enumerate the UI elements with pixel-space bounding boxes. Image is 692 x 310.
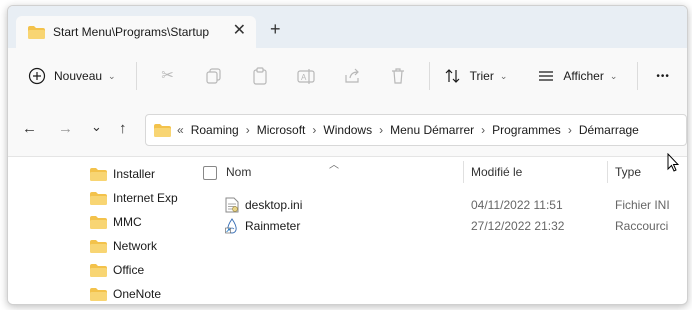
command-bar: Nouveau ⌄ ✂ A Trier ⌄ Afficher ⌄ ••• [8,48,687,104]
sidebar-item-label: OneNote [113,287,162,301]
mouse-pointer-icon [667,153,679,172]
folder-icon [90,239,107,253]
rename-icon: A [296,69,315,84]
chevron-right-icon[interactable]: › [246,123,250,137]
clipboard-icon [252,67,267,85]
sort-ascending-icon: ︿ [329,160,339,171]
sidebar-item-label: MMC [113,215,142,229]
overflow-chevron-icon[interactable]: « [177,123,184,137]
sidebar-item-label: Installer [113,167,156,181]
chevron-right-icon[interactable]: › [481,123,485,137]
breadcrumb-programmes[interactable]: Programmes [492,123,561,137]
toolbar-separator [135,62,137,90]
sidebar-item-network[interactable]: Network [90,239,157,253]
sidebar-item-label: Internet Exp [113,191,178,205]
sidebar-item-installer[interactable]: Installer [90,167,155,181]
sidebar-item-label: Office [113,263,145,277]
chevron-down-icon: ⌄ [609,70,618,81]
chevron-right-icon[interactable]: › [379,123,383,137]
folder-icon [90,191,107,205]
file-type: Fichier INI [615,198,670,212]
paste-button[interactable] [237,60,283,92]
file-name: desktop.ini [245,198,303,212]
copy-icon [205,68,221,84]
copy-button[interactable] [191,60,237,92]
recent-locations-button[interactable]: ⌄ [91,119,102,135]
delete-button[interactable] [375,60,421,92]
rename-button[interactable]: A [283,60,329,92]
explorer-window: Start Menu\Programs\Startup ✕ + Nouveau … [7,5,688,305]
breadcrumb-roaming[interactable]: Roaming [191,123,239,137]
chevron-down-icon: ⌄ [108,70,116,81]
folder-icon [90,263,107,277]
folder-icon [154,123,171,137]
column-header-type[interactable]: Type [615,165,641,179]
sidebar-item-internet-explorer[interactable]: Internet Exp [90,191,183,205]
scissors-icon: ✂ [161,67,174,84]
sidebar-item-onenote[interactable]: OneNote [90,287,161,301]
column-header-modified[interactable]: Modifié le [471,165,522,179]
share-button[interactable] [329,60,375,92]
breadcrumb-microsoft[interactable]: Microsoft [257,123,306,137]
breadcrumb-windows[interactable]: Windows [323,123,372,137]
folder-icon [90,287,107,301]
select-all-checkbox[interactable] [203,166,217,180]
svg-text:A: A [301,73,307,82]
more-options-button[interactable]: ••• [650,60,676,92]
tab-startup[interactable]: Start Menu\Programs\Startup ✕ [16,16,256,48]
file-row-rainmeter[interactable]: Rainmeter 27/12/2022 21:32 Raccourci [183,216,687,236]
toolbar-separator [637,62,639,90]
navigation-pane: Installer Internet Exp MMC Network Offic… [8,157,183,304]
file-modified: 04/11/2022 11:51 [471,198,563,212]
file-type: Raccourci [615,219,669,233]
column-divider[interactable] [463,161,464,183]
sidebar-item-mmc[interactable]: MMC [90,215,142,229]
file-row-desktop-ini[interactable]: desktop.ini 04/11/2022 11:51 Fichier INI [183,195,687,215]
view-list-icon [539,71,554,81]
folder-icon [90,167,107,181]
view-label: Afficher [563,69,604,83]
column-header-name[interactable]: Nom [226,165,251,179]
settings-file-icon [225,197,239,213]
forward-button[interactable]: → [58,120,73,137]
trash-icon [391,68,404,84]
file-modified: 27/12/2022 21:32 [471,219,565,233]
view-button[interactable]: Afficher ⌄ [531,60,623,92]
new-button-label: Nouveau [54,69,103,83]
folder-icon [90,215,107,229]
folder-icon [28,25,45,39]
sort-label: Trier [469,69,494,83]
close-tab-icon[interactable]: ✕ [233,23,246,39]
address-bar[interactable]: « Roaming › Microsoft › Windows › Menu D… [145,114,687,146]
more-icon: ••• [656,70,670,82]
up-button[interactable]: ↑ [119,120,127,137]
column-divider[interactable] [607,161,608,183]
sort-icon [445,69,460,83]
address-row: ← → ⌄ ↑ « Roaming › Microsoft › Windows … [8,104,687,157]
plus-circle-icon [28,67,46,85]
sort-button[interactable]: Trier ⌄ [438,60,514,92]
rainmeter-shortcut-icon [225,218,237,234]
file-name: Rainmeter [245,219,301,233]
breadcrumb-demarrage[interactable]: Démarrage [579,123,639,137]
new-button[interactable]: Nouveau ⌄ [22,60,122,92]
chevron-right-icon[interactable]: › [312,123,316,137]
tab-strip: Start Menu\Programs\Startup ✕ + [8,6,687,48]
chevron-right-icon[interactable]: › [568,123,572,137]
sidebar-item-label: Network [113,239,158,253]
toolbar-separator [428,62,430,90]
tab-title: Start Menu\Programs\Startup [53,25,210,39]
cut-button[interactable]: ✂ [145,60,191,92]
back-button[interactable]: ← [22,120,37,137]
new-tab-button[interactable]: + [270,19,281,40]
breadcrumb-menu-demarrer[interactable]: Menu Démarrer [390,123,474,137]
chevron-down-icon: ⌄ [499,70,508,81]
file-list: Nom ︿ Modifié le Type desktop.ini 04/11/… [183,157,687,304]
share-icon [344,68,359,83]
sidebar-item-office[interactable]: Office [90,263,144,277]
